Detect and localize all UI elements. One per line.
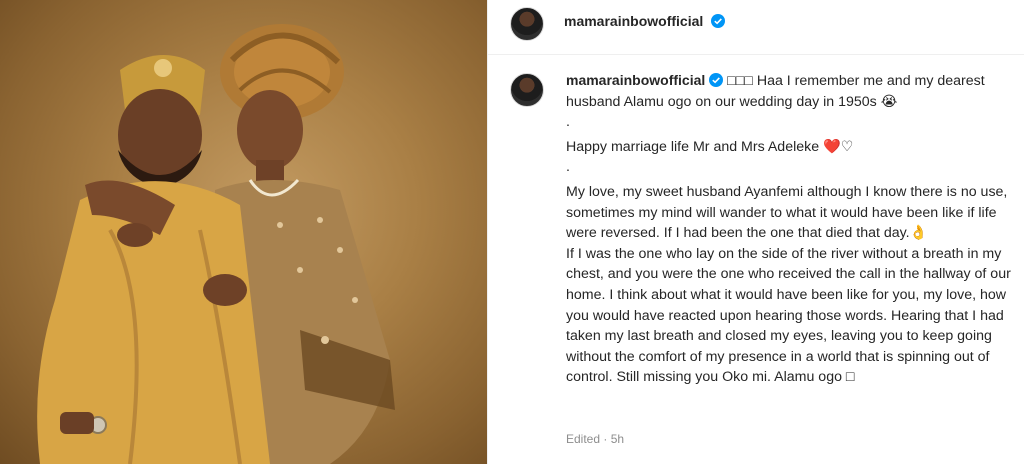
caption-username-link[interactable]: mamarainbowofficial [566, 72, 705, 88]
caption: mamarainbowofficial □□□ Haa I remember m… [566, 70, 1021, 388]
username-link[interactable]: mamarainbowofficial [564, 13, 703, 29]
caption-avatar[interactable] [510, 73, 544, 107]
caption-line-2: Happy marriage life Mr and Mrs Adeleke ❤… [566, 138, 854, 155]
caption-paragraph-2: If I was the one who lay on the side of … [566, 245, 1011, 386]
post-meta: Edited · 5h [566, 432, 625, 446]
caption-paragraph-1: My love, my sweet husband Ayanfemi altho… [566, 183, 1008, 242]
caption-dot-2: . [566, 159, 570, 176]
caption-verified-icon [709, 73, 724, 87]
avatar[interactable] [510, 7, 544, 41]
verified-icon [711, 14, 725, 28]
post-panel: mamarainbowofficial mamarainbowofficial … [487, 0, 1024, 464]
caption-dot-1: . [566, 114, 570, 131]
post-photo[interactable] [0, 0, 487, 464]
couple-photo-illustration [37, 24, 395, 464]
post-header: mamarainbowofficial [488, 0, 1024, 55]
